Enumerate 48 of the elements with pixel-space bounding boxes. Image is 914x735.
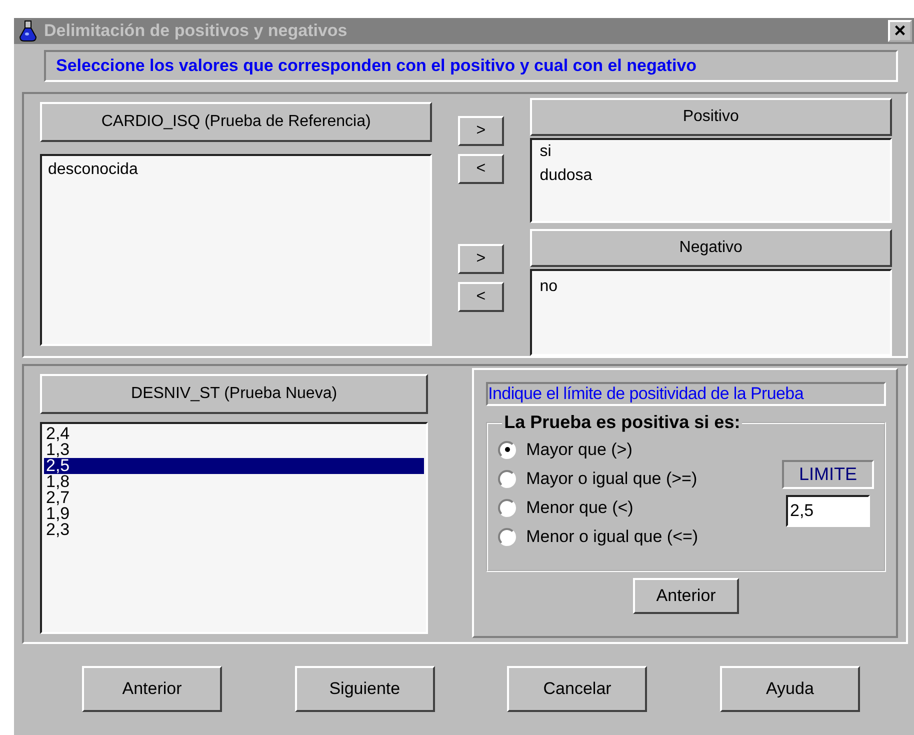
radio-button[interactable] bbox=[498, 498, 516, 516]
instruction-text: Seleccione los valores que corresponden con el positivo y cual con el negativo bbox=[56, 56, 697, 75]
column-header[interactable]: Positivo bbox=[530, 98, 892, 136]
limit-label: LIMITE bbox=[782, 460, 874, 489]
limit-title: Indique el límite de positividad de la Prueba bbox=[486, 382, 886, 406]
flask-icon bbox=[18, 20, 38, 42]
move-button[interactable]: > bbox=[458, 244, 504, 274]
radio-option[interactable]: Menor que (<) bbox=[498, 494, 698, 521]
list-item[interactable]: si bbox=[538, 140, 884, 164]
list-item[interactable]: 2,7 bbox=[44, 490, 424, 506]
column-header[interactable]: Negativo bbox=[530, 228, 892, 267]
list-item[interactable]: dudosa bbox=[538, 164, 884, 188]
list-item[interactable]: 1,9 bbox=[44, 506, 424, 522]
previous-button[interactable]: Anterior bbox=[633, 578, 740, 614]
move-button[interactable]: > bbox=[458, 116, 504, 146]
window-title: Delimitación de positivos y negativos bbox=[44, 21, 348, 41]
dialog-button[interactable]: Cancelar bbox=[507, 666, 648, 712]
option-label: Menor o igual que (<=) bbox=[526, 526, 698, 546]
list-item[interactable]: desconocida bbox=[46, 158, 426, 182]
option-label: Mayor o igual que (>=) bbox=[526, 468, 698, 488]
list-item[interactable]: 1,3 bbox=[44, 442, 424, 458]
list-item[interactable]: no bbox=[538, 274, 884, 299]
radio-option[interactable]: Mayor o igual que (>=) bbox=[498, 465, 698, 492]
move-button[interactable]: < bbox=[458, 154, 504, 184]
reference-list[interactable]: desconocida bbox=[40, 154, 432, 346]
close-button[interactable]: × bbox=[888, 20, 912, 42]
radio-button[interactable] bbox=[498, 440, 516, 458]
radio-option[interactable]: Mayor que (>) bbox=[498, 436, 698, 463]
radio-option[interactable]: Menor o igual que (<=) bbox=[498, 523, 698, 550]
limit-field[interactable]: 2,5 bbox=[786, 495, 870, 527]
negative-list[interactable]: no bbox=[530, 268, 892, 356]
list-item[interactable]: 2,4 bbox=[44, 426, 424, 442]
values-list[interactable]: 2,4 1,3 2,5 1,8 2,7 1,9 2,3 bbox=[40, 422, 428, 634]
column-header[interactable]: DESNIV_ST (Prueba Nueva) bbox=[40, 374, 428, 414]
list-item[interactable]: 2,5 bbox=[44, 458, 424, 474]
move-button[interactable]: < bbox=[458, 282, 504, 312]
positive-list[interactable]: si dudosa bbox=[530, 138, 892, 223]
dialog-button[interactable]: Anterior bbox=[82, 666, 222, 712]
column-header[interactable]: CARDIO_ISQ (Prueba de Referencia) bbox=[40, 102, 432, 142]
option-label: Mayor que (>) bbox=[526, 440, 632, 460]
list-item[interactable]: 1,8 bbox=[44, 474, 424, 490]
option-label: Menor que (<) bbox=[526, 498, 634, 518]
group-label: La Prueba es positiva si es: bbox=[502, 412, 742, 433]
dialog-button[interactable]: Ayuda bbox=[720, 666, 860, 712]
radio-button[interactable] bbox=[498, 528, 516, 546]
dialog-button[interactable]: Siguiente bbox=[294, 666, 435, 712]
list-item[interactable]: 2,3 bbox=[44, 522, 424, 538]
radio-button[interactable] bbox=[498, 470, 516, 488]
